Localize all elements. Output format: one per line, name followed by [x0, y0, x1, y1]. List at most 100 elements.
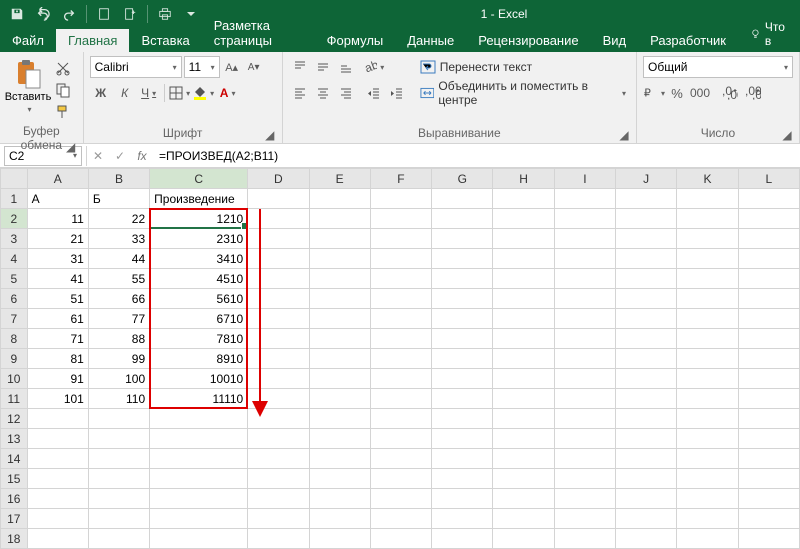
cell-B18[interactable] — [88, 529, 149, 549]
cell-B12[interactable] — [88, 409, 149, 429]
align-center-button[interactable] — [312, 82, 334, 104]
cell-H17[interactable] — [493, 509, 554, 529]
cell-G11[interactable] — [432, 389, 493, 409]
cut-button[interactable] — [53, 58, 73, 78]
cell-B14[interactable] — [88, 449, 149, 469]
cell-A5[interactable]: 41 — [27, 269, 88, 289]
decrease-indent-button[interactable] — [363, 82, 385, 104]
cell-L14[interactable] — [738, 449, 799, 469]
cell-C6[interactable]: 5610 — [150, 289, 248, 309]
align-top-button[interactable] — [289, 56, 311, 78]
cell-F10[interactable] — [370, 369, 431, 389]
row-header-1[interactable]: 1 — [1, 189, 28, 209]
tab-page-layout[interactable]: Разметка страницы — [202, 14, 315, 52]
cell-K9[interactable] — [677, 349, 738, 369]
cell-I15[interactable] — [554, 469, 615, 489]
cell-C5[interactable]: 4510 — [150, 269, 248, 289]
cell-F18[interactable] — [370, 529, 431, 549]
formula-input[interactable] — [153, 146, 800, 166]
cell-L2[interactable] — [738, 209, 799, 229]
column-header-H[interactable]: H — [493, 169, 554, 189]
cell-J12[interactable] — [616, 409, 677, 429]
cell-G13[interactable] — [432, 429, 493, 449]
cell-I3[interactable] — [554, 229, 615, 249]
cell-D3[interactable] — [248, 229, 309, 249]
cell-A18[interactable] — [27, 529, 88, 549]
cell-K6[interactable] — [677, 289, 738, 309]
cell-L11[interactable] — [738, 389, 799, 409]
cell-I1[interactable] — [554, 189, 615, 209]
cell-D9[interactable] — [248, 349, 309, 369]
cell-G5[interactable] — [432, 269, 493, 289]
cell-K14[interactable] — [677, 449, 738, 469]
cell-B8[interactable]: 88 — [88, 329, 149, 349]
cell-L12[interactable] — [738, 409, 799, 429]
cell-A11[interactable]: 101 — [27, 389, 88, 409]
cell-A1[interactable]: А — [27, 189, 88, 209]
cell-G12[interactable] — [432, 409, 493, 429]
wrap-text-button[interactable]: Перенести текст — [416, 56, 630, 78]
cell-L6[interactable] — [738, 289, 799, 309]
cell-E18[interactable] — [309, 529, 370, 549]
cell-F13[interactable] — [370, 429, 431, 449]
cell-H12[interactable] — [493, 409, 554, 429]
cell-G15[interactable] — [432, 469, 493, 489]
row-header-16[interactable]: 16 — [1, 489, 28, 509]
cell-C1[interactable]: Произведение — [150, 189, 248, 209]
cell-I10[interactable] — [554, 369, 615, 389]
cell-D18[interactable] — [248, 529, 309, 549]
row-header-3[interactable]: 3 — [1, 229, 28, 249]
cell-G16[interactable] — [432, 489, 493, 509]
merge-center-button[interactable]: Объединить и поместить в центре▾ — [416, 82, 630, 104]
cell-H2[interactable] — [493, 209, 554, 229]
tab-review[interactable]: Рецензирование — [466, 29, 590, 52]
cell-I8[interactable] — [554, 329, 615, 349]
cell-G8[interactable] — [432, 329, 493, 349]
percent-button[interactable]: % — [666, 82, 688, 104]
column-header-F[interactable]: F — [370, 169, 431, 189]
cell-A12[interactable] — [27, 409, 88, 429]
cell-C11[interactable]: 11110 — [150, 389, 248, 409]
tab-formulas[interactable]: Формулы — [315, 29, 396, 52]
cell-D15[interactable] — [248, 469, 309, 489]
cell-L16[interactable] — [738, 489, 799, 509]
dialog-launcher-icon[interactable]: ◢ — [264, 128, 276, 140]
cell-C13[interactable] — [150, 429, 248, 449]
tab-home[interactable]: Главная — [56, 29, 129, 52]
cell-D4[interactable] — [248, 249, 309, 269]
cell-K7[interactable] — [677, 309, 738, 329]
cell-G9[interactable] — [432, 349, 493, 369]
align-right-button[interactable] — [335, 82, 357, 104]
cell-B16[interactable] — [88, 489, 149, 509]
column-header-B[interactable]: B — [88, 169, 149, 189]
row-header-15[interactable]: 15 — [1, 469, 28, 489]
cell-G2[interactable] — [432, 209, 493, 229]
tab-file[interactable]: Файл — [0, 29, 56, 52]
row-header-4[interactable]: 4 — [1, 249, 28, 269]
cell-D2[interactable] — [248, 209, 309, 229]
cell-D13[interactable] — [248, 429, 309, 449]
cell-C15[interactable] — [150, 469, 248, 489]
column-header-A[interactable]: A — [27, 169, 88, 189]
row-header-5[interactable]: 5 — [1, 269, 28, 289]
cell-H9[interactable] — [493, 349, 554, 369]
cell-J4[interactable] — [616, 249, 677, 269]
cell-I4[interactable] — [554, 249, 615, 269]
cell-E12[interactable] — [309, 409, 370, 429]
cell-L10[interactable] — [738, 369, 799, 389]
cell-C2[interactable]: 1210 — [150, 209, 248, 229]
cell-A3[interactable]: 21 — [27, 229, 88, 249]
align-bottom-button[interactable] — [335, 56, 357, 78]
cell-K3[interactable] — [677, 229, 738, 249]
cell-J7[interactable] — [616, 309, 677, 329]
fill-color-button[interactable]: ▾ — [193, 82, 215, 104]
cell-E11[interactable] — [309, 389, 370, 409]
cell-G1[interactable] — [432, 189, 493, 209]
cell-E10[interactable] — [309, 369, 370, 389]
cell-L13[interactable] — [738, 429, 799, 449]
cell-H1[interactable] — [493, 189, 554, 209]
cell-J16[interactable] — [616, 489, 677, 509]
cell-B2[interactable]: 22 — [88, 209, 149, 229]
cell-A15[interactable] — [27, 469, 88, 489]
copy-button[interactable] — [53, 80, 73, 100]
